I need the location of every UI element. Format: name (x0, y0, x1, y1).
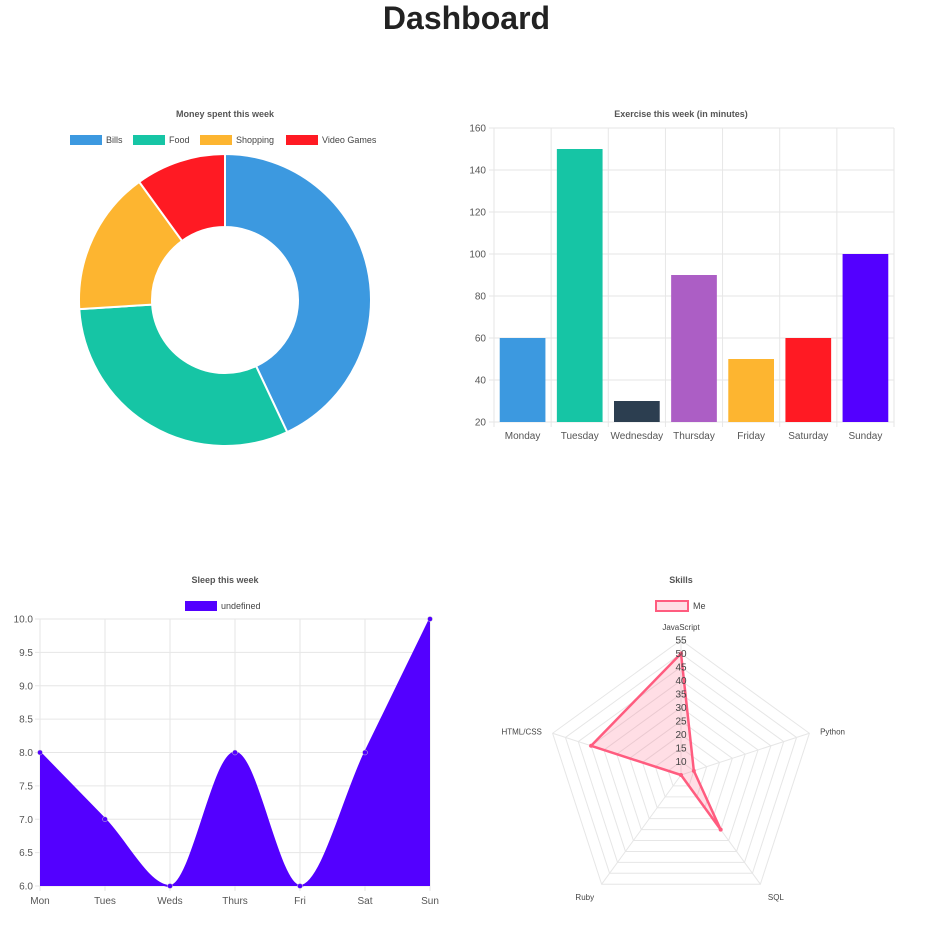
legend-swatch (286, 135, 318, 145)
x-tick-label: Weds (157, 896, 182, 907)
data-point-thurs (232, 749, 238, 756)
r-tick-label: 55 (675, 636, 687, 647)
legend-swatch (185, 601, 217, 611)
chart-title: Exercise this week (in minutes) (614, 109, 748, 119)
x-tick-label: Mon (30, 896, 49, 907)
r-tick-label: 50 (675, 649, 687, 660)
y-tick-label: 7.5 (19, 781, 33, 792)
x-tick-label: Fri (294, 896, 306, 907)
bar-saturday (785, 338, 832, 422)
y-tick-label: 100 (469, 250, 486, 261)
y-tick-label: 7.0 (19, 815, 33, 826)
money-doughnut-chart: Money spent this week Bills Food Shopping Vi… (70, 109, 377, 447)
x-tick-label: Thursday (673, 431, 715, 442)
radar-spoke (680, 732, 810, 776)
legend-swatch (655, 600, 689, 612)
r-tick-label: 40 (675, 676, 687, 687)
bar-monday (499, 338, 546, 422)
chart-title: Money spent this week (176, 109, 275, 119)
y-tick-label: 6.5 (19, 848, 33, 859)
y-tick-label: 9.0 (19, 681, 33, 692)
data-point-sun (427, 616, 433, 622)
bar-wednesday (614, 401, 660, 422)
slice-food (78, 303, 289, 447)
r-tick-label: 45 (675, 663, 687, 674)
exercise-bar-chart: Exercise this week (in minutes) 20 40 60 80 1… (469, 109, 895, 442)
bar-thursday (671, 275, 717, 422)
legend-swatch (133, 135, 165, 145)
y-tick-label: 10.0 (14, 615, 34, 626)
x-tick-label: Sun (421, 896, 439, 907)
data-point-fri (297, 883, 303, 889)
legend: Bills Food Shopping Video Games (70, 135, 377, 145)
chart-title: Sleep this week (191, 575, 259, 585)
r-tick-label: 10 (675, 757, 687, 768)
data-point-tues (102, 816, 108, 822)
legend: Me (655, 600, 706, 612)
bar-tuesday (556, 149, 603, 422)
legend-label: Video Games (322, 135, 377, 145)
r-tick-label: 35 (675, 690, 687, 701)
data-point-mon (37, 749, 43, 756)
r-tick-label: 25 (675, 717, 687, 728)
axis-label: Python (820, 727, 845, 736)
radar-point-ruby (679, 773, 683, 777)
y-tick-label: 60 (475, 334, 487, 345)
axis-label: HTML/CSS (501, 727, 541, 736)
radar-point-htmlcss (589, 743, 594, 748)
x-tick-label: Sunday (848, 431, 882, 442)
x-tick-label: Saturday (788, 431, 828, 442)
data-point-sat (362, 749, 368, 756)
axis-label: SQL (768, 893, 785, 902)
r-tick-label: 20 (675, 730, 687, 741)
y-tick-label: 160 (469, 124, 486, 135)
y-tick-label: 6.0 (19, 882, 33, 893)
y-tick-label: 9.5 (19, 648, 33, 659)
axis-label: Ruby (575, 893, 594, 902)
x-tick-label: Thurs (222, 896, 248, 907)
legend-swatch (70, 135, 102, 145)
x-tick-label: Wednesday (611, 431, 664, 442)
y-tick-label: 20 (475, 418, 487, 429)
y-tick-label: 140 (469, 166, 486, 177)
legend-label: Shopping (236, 135, 274, 145)
x-tick-label: Sat (357, 896, 372, 907)
legend-label: undefined (221, 601, 261, 611)
sleep-area-chart: Sleep this week undefined 6.0 6.5 7.0 7.5 8.0 8… (14, 575, 439, 907)
legend: undefined (185, 601, 261, 611)
x-tick-label: Tuesday (561, 431, 599, 442)
bar-sunday (842, 254, 889, 422)
radar-point-sql (718, 827, 723, 832)
r-tick-label: 30 (675, 703, 687, 714)
radar-point-python (691, 768, 696, 773)
skills-radar-chart: Skills Me 10 15 20 25 30 35 40 45 50 55 JavaScript Py… (501, 575, 845, 902)
y-tick-label: 120 (469, 208, 486, 219)
data-point-weds (167, 883, 173, 889)
legend-label: Food (169, 135, 190, 145)
y-tick-label: 8.0 (19, 748, 33, 759)
x-tick-label: Friday (737, 431, 765, 442)
legend-swatch (200, 135, 232, 145)
y-tick-label: 40 (475, 376, 487, 387)
y-tick-label: 80 (475, 292, 487, 303)
r-tick-label: 15 (675, 744, 687, 755)
x-tick-label: Monday (505, 431, 541, 442)
legend-label: Bills (106, 135, 123, 145)
x-tick-label: Tues (94, 896, 116, 907)
y-tick-label: 8.5 (19, 715, 33, 726)
bar-friday (728, 359, 774, 422)
axis-label: JavaScript (662, 623, 700, 632)
chart-title: Skills (669, 575, 693, 585)
dashboard-charts: Money spent this week Bills Food Shopping Vi… (14, 109, 895, 907)
legend-label: Me (693, 601, 706, 611)
